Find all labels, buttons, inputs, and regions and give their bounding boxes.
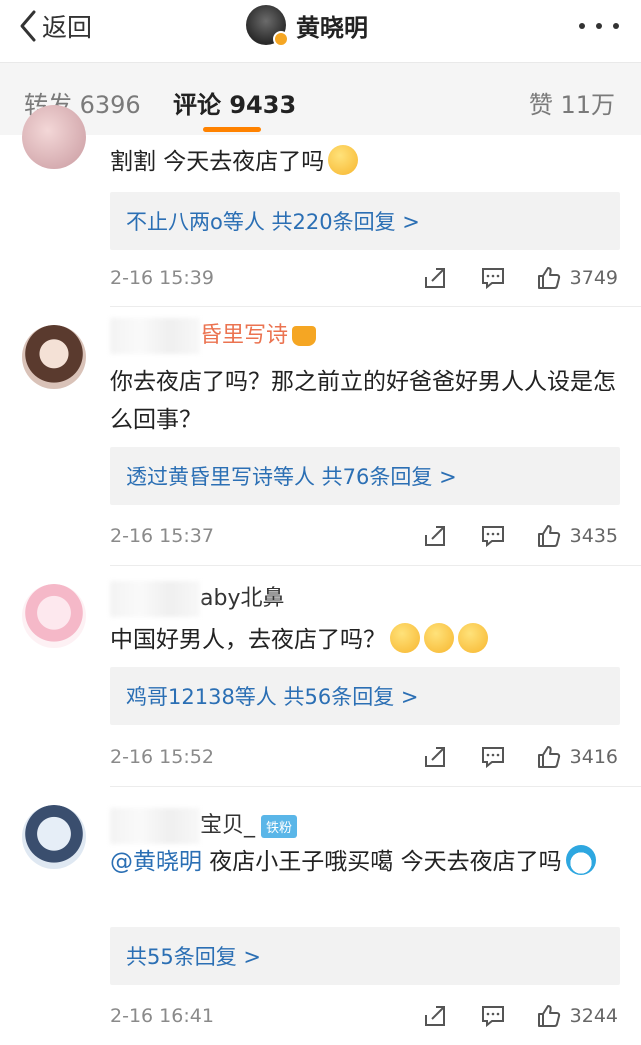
back-label: 返回 [42, 13, 93, 42]
share-button[interactable] [420, 744, 450, 770]
comment-text: @黄晓明 夜店小王子哦买噶 今天去夜店了吗 [110, 843, 620, 881]
share-button[interactable] [420, 1003, 450, 1029]
top-bar: 返回 黄晓明 [0, 0, 641, 54]
blush-emoji-icon [328, 144, 359, 175]
reply-button[interactable] [478, 265, 508, 291]
comment-item: 割割 今天去夜店了吗 不止八两o等人 共220条回复 > 2-16 15:39 … [0, 105, 641, 307]
comment-item: aby北鼻 中国好男人，去夜店了吗？ 鸡哥12138等人 共56条回复 > 2-… [0, 566, 641, 786]
comment-icon [481, 747, 504, 769]
like-button[interactable]: 3749 [536, 265, 618, 291]
commenter-name[interactable]: 昏里写诗 [110, 317, 317, 354]
crown-badge-icon [292, 326, 317, 346]
tab-comments[interactable]: 评论 9433 [173, 85, 296, 120]
doraemon-emoji-icon [565, 844, 596, 875]
dot-icon [579, 23, 585, 29]
kiss-emoji-icon [424, 622, 454, 653]
author-title[interactable]: 黄晓明 [246, 5, 368, 47]
blurred-name-part [110, 808, 200, 844]
tab-likes[interactable]: 赞 11万 [529, 85, 615, 120]
verified-badge-icon [273, 31, 289, 47]
comment-text: 割割 今天去夜店了吗 [110, 143, 620, 181]
comment-text: 中国好男人，去夜店了吗？ [110, 621, 620, 659]
fan-badge: 铁粉 [261, 814, 298, 838]
comment-actions: 3435 [420, 521, 618, 551]
dot-icon [613, 23, 619, 29]
comment-meta: 2-16 15:52 3416 [110, 742, 620, 772]
comment-time: 2-16 15:39 [110, 267, 214, 289]
more-options-button[interactable] [579, 16, 619, 36]
commenter-avatar[interactable] [22, 805, 86, 869]
share-button[interactable] [420, 523, 450, 549]
like-button[interactable]: 3435 [536, 523, 618, 549]
mention-link[interactable]: @黄晓明 [110, 849, 202, 875]
kiss-emoji-icon [458, 622, 488, 653]
share-icon [424, 526, 445, 546]
comment-actions: 3749 [420, 263, 618, 293]
share-icon [424, 747, 445, 767]
thumbs-up-icon [537, 1005, 560, 1027]
like-button[interactable]: 3416 [536, 744, 618, 770]
comment-item: 昏里写诗 你去夜店了吗？那之前立的好爸爸好男人人设是怎么回事？ 透过黄昏里写诗等… [0, 307, 641, 565]
active-tab-indicator [203, 127, 261, 132]
blurred-name-part [110, 318, 200, 354]
thumbs-up-icon [537, 746, 560, 768]
like-count: 3244 [569, 1005, 618, 1027]
reply-button[interactable] [478, 523, 508, 549]
like-count: 3416 [569, 746, 618, 768]
commenter-name[interactable]: aby北鼻 [110, 580, 284, 617]
comment-icon [481, 526, 504, 548]
commenter-name[interactable]: 宝贝_ 铁粉 [110, 807, 298, 844]
reply-summary-box[interactable]: 透过黄昏里写诗等人 共76条回复 > [110, 447, 620, 505]
commenter-avatar[interactable] [22, 105, 86, 169]
comment-time: 2-16 16:41 [110, 1005, 214, 1027]
commenter-avatar[interactable] [22, 584, 86, 648]
dot-icon [596, 23, 602, 29]
like-count: 3749 [569, 267, 618, 289]
share-icon [424, 268, 445, 288]
commenter-avatar[interactable] [22, 325, 86, 389]
comment-icon [481, 1006, 504, 1028]
like-button[interactable]: 3244 [536, 1003, 618, 1029]
comment-time: 2-16 15:37 [110, 525, 214, 547]
page-title: 黄晓明 [296, 13, 368, 42]
reply-summary-box[interactable]: 鸡哥12138等人 共56条回复 > [110, 667, 620, 725]
author-avatar [246, 5, 289, 47]
comment-text: 你去夜店了吗？那之前立的好爸爸好男人人设是怎么回事？ [110, 369, 616, 433]
reply-summary-box[interactable]: 共55条回复 > [110, 927, 620, 985]
blurred-name-part [110, 581, 200, 617]
comment-time: 2-16 15:52 [110, 746, 214, 768]
share-icon [424, 1006, 445, 1026]
thumbs-up-icon [537, 525, 560, 547]
comment-actions: 3416 [420, 742, 618, 772]
comment-meta: 2-16 16:41 3244 [110, 1001, 620, 1031]
comment-icon [481, 268, 504, 290]
tab-bar: 转发 6396 评论 9433 赞 11万 [0, 63, 641, 135]
reply-button[interactable] [478, 744, 508, 770]
comment-item: 宝贝_ 铁粉 @黄晓明 夜店小王子哦买噶 今天去夜店了吗 共55条回复 > 2-1… [0, 787, 641, 1045]
comment-meta: 2-16 15:37 3435 [110, 521, 620, 551]
chevron-left-icon [20, 10, 36, 42]
thumbs-up-icon [537, 267, 560, 289]
back-button[interactable]: 返回 [18, 8, 92, 44]
kiss-emoji-icon [390, 622, 420, 653]
share-button[interactable] [420, 265, 450, 291]
comment-meta: 2-16 15:39 3749 [110, 263, 620, 293]
reply-summary-box[interactable]: 不止八两o等人 共220条回复 > [110, 192, 620, 250]
like-count: 3435 [569, 525, 618, 547]
comment-actions: 3244 [420, 1001, 618, 1031]
reply-button[interactable] [478, 1003, 508, 1029]
